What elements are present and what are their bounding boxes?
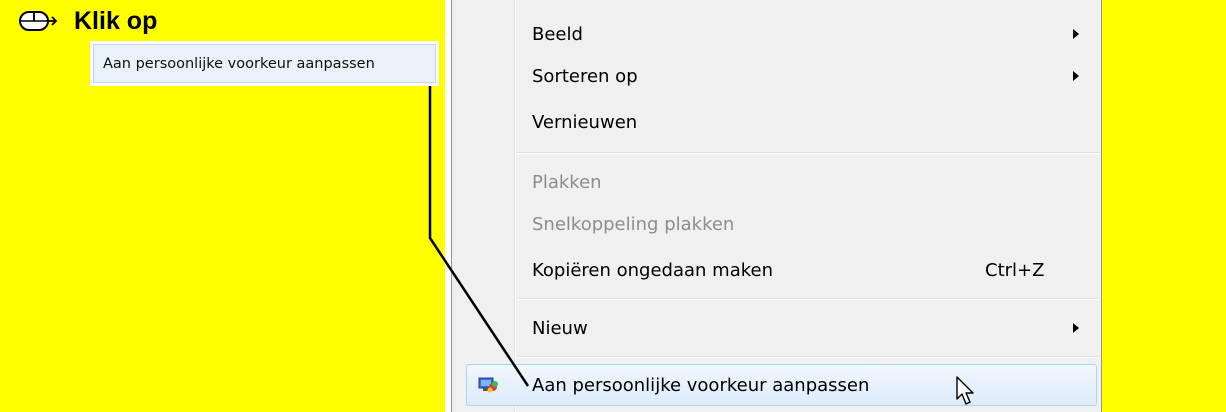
menu-item-label: Sorteren op [532, 65, 638, 87]
instruction-header: Klik op [18, 6, 157, 36]
right-margin [1102, 0, 1226, 412]
menu-item-vernieuwen[interactable]: Vernieuwen [452, 100, 1101, 144]
menu-item-label: Aan persoonlijke voorkeur aanpassen [532, 374, 870, 396]
menu-item-personalize[interactable]: Aan persoonlijke voorkeur aanpassen [466, 364, 1097, 406]
menu-item-kopieren-ongedaan-maken[interactable]: Kopiëren ongedaan maken Ctrl+Z [452, 248, 1101, 292]
menu-item-label: Snelkoppeling plakken [532, 213, 735, 235]
mouse-click-icon [19, 11, 58, 31]
menu-item-nieuw[interactable]: Nieuw [452, 306, 1101, 350]
submenu-arrow-icon [1073, 323, 1079, 333]
menu-separator [517, 356, 1099, 358]
submenu-arrow-icon [1073, 71, 1079, 81]
menu-item-sorteren-op[interactable]: Sorteren op [452, 54, 1101, 98]
menu-item-label: Nieuw [532, 317, 588, 339]
menu-separator [517, 298, 1099, 300]
mouse-pointer-icon [956, 376, 974, 405]
instruction-callout-label: Aan persoonlijke voorkeur aanpassen [93, 44, 436, 83]
menu-item-snelkoppeling-plakken[interactable]: Snelkoppeling plakken [452, 202, 1101, 246]
menu-item-beeld[interactable]: Beeld [452, 12, 1101, 56]
menu-item-label: Plakken [532, 171, 602, 193]
personalize-icon [478, 377, 498, 393]
instruction-heading: Klik op [74, 6, 158, 35]
menu-item-shortcut: Ctrl+Z [985, 259, 1045, 281]
submenu-arrow-icon [1073, 29, 1079, 39]
instruction-callout: Aan persoonlijke voorkeur aanpassen [90, 41, 439, 86]
menu-item-label: Kopiëren ongedaan maken [532, 259, 773, 281]
context-menu: Beeld Sorteren op Vernieuwen Plakken Sne… [451, 0, 1102, 412]
menu-item-label: Vernieuwen [532, 111, 638, 133]
menu-separator [517, 152, 1099, 154]
menu-item-plakken[interactable]: Plakken [452, 160, 1101, 204]
menu-item-label: Beeld [532, 23, 583, 45]
